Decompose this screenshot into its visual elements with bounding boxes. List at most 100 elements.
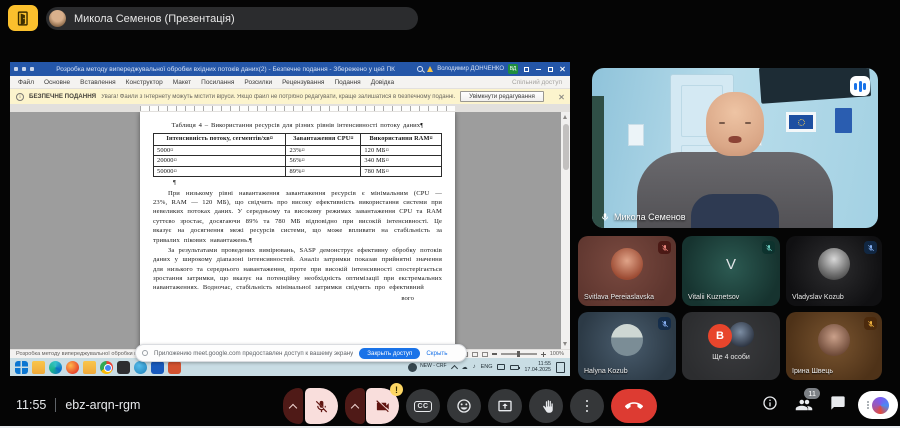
mic-muted-icon (762, 241, 775, 254)
blue-poster (835, 108, 852, 133)
presenter-pill[interactable]: Микола Семенов (Презентація) (46, 7, 418, 30)
kebab-icon (586, 400, 589, 413)
scroll-down-icon[interactable] (563, 342, 567, 346)
share-button[interactable]: Спільний доступ (512, 79, 562, 86)
speaker-head (706, 92, 764, 156)
menu-review[interactable]: Рецензування (282, 79, 324, 86)
table-caption: Таблиця 4 – Використання ресурсів для рі… (153, 121, 442, 130)
document-scrollbar[interactable] (561, 112, 570, 349)
powerpoint-app-icon[interactable] (168, 361, 181, 374)
weather-widget[interactable]: NEW - CRF (408, 363, 446, 372)
app-logo[interactable] (8, 5, 38, 31)
end-call-button[interactable] (611, 389, 657, 423)
restore-button[interactable] (546, 65, 554, 73)
raise-hand-button[interactable] (529, 389, 563, 423)
captions-button[interactable]: CC (406, 389, 440, 423)
cloud-tray-icon[interactable]: ☁ (462, 364, 468, 371)
word-document-title: Розробка методу випереджувальної обробки… (38, 66, 413, 73)
speaker-tray-icon[interactable]: ♪ (473, 364, 476, 370)
participant-tile[interactable]: Svitlava Pereiaslavska (578, 236, 676, 306)
chrome-icon[interactable] (100, 361, 113, 374)
menu-references[interactable]: Посилання (201, 79, 234, 86)
menu-design[interactable]: Конструктор (126, 79, 163, 86)
camera-warning-badge: ! (390, 383, 403, 396)
cc-icon: CC (414, 401, 431, 412)
extension-overlay-button[interactable] (858, 391, 898, 419)
web-layout-icon[interactable] (482, 352, 488, 357)
scrollbar-thumb[interactable] (563, 124, 569, 170)
network-tray-icon[interactable] (497, 364, 505, 370)
battery-tray-icon[interactable] (510, 365, 519, 370)
edge-browser-icon[interactable] (49, 361, 62, 374)
close-button[interactable] (558, 65, 566, 73)
participant-name: Vladyslav Kozub (792, 294, 844, 301)
language-indicator[interactable]: ENG (481, 364, 493, 370)
firefox-icon[interactable] (66, 361, 79, 374)
table-row: 5000¤ 23%¤ 120 МБ¤ (154, 145, 442, 156)
tray-chevron-icon[interactable] (451, 364, 458, 371)
info-icon (16, 93, 24, 101)
table-cell: 780 МБ¤ (361, 166, 442, 177)
mic-off-icon (314, 399, 329, 414)
menu-view[interactable]: Подання (334, 79, 360, 86)
menu-file[interactable]: Файл (18, 79, 34, 86)
chat-panel-button[interactable] (830, 395, 846, 416)
notification-center-icon[interactable] (556, 362, 565, 373)
user-initials-badge[interactable]: ВД (508, 64, 518, 74)
participant-avatar (611, 324, 643, 356)
quick-access-icon[interactable] (14, 67, 18, 71)
mic-off-button[interactable] (305, 388, 338, 424)
meeting-details-button[interactable] (762, 395, 778, 416)
quick-access-icon[interactable] (30, 67, 34, 71)
search-icon[interactable] (417, 66, 423, 72)
app-icon-dark[interactable] (117, 361, 130, 374)
menu-layout[interactable]: Макет (173, 79, 191, 86)
presenter-avatar (49, 10, 66, 27)
zoom-slider[interactable] (501, 353, 537, 355)
taskbar-date: 17.04.2025 (524, 367, 551, 373)
zoom-in-icon[interactable] (541, 352, 546, 357)
participant-tile[interactable]: Halyna Kozub (578, 312, 676, 380)
document-area[interactable]: Таблиця 4 – Використання ресурсів для рі… (10, 112, 570, 349)
hide-share-bar-link[interactable]: Скрыть (426, 350, 447, 357)
chevron-up-icon (289, 403, 297, 411)
speaker-video-tile[interactable]: Микола Семенов (592, 68, 878, 228)
present-button[interactable] (488, 389, 522, 423)
participant-tile[interactable]: Ірина Швець (786, 312, 882, 380)
app-icon-blue[interactable] (134, 361, 147, 374)
enable-editing-button[interactable]: Увімкнути редагування (460, 91, 544, 102)
menu-insert[interactable]: Вставлення (80, 79, 116, 86)
file-explorer-icon[interactable] (32, 361, 45, 374)
zoom-out-icon[interactable] (492, 353, 497, 354)
meeting-clock: 11:55 (16, 398, 46, 412)
stop-sharing-button[interactable]: Закрыть доступ (359, 348, 420, 359)
folder-icon[interactable] (83, 361, 96, 374)
word-app-icon[interactable] (151, 361, 164, 374)
ribbon-options-button[interactable] (522, 65, 530, 73)
chat-icon (830, 395, 846, 411)
menu-help[interactable]: Довідка (371, 79, 394, 86)
more-options-button[interactable] (570, 389, 604, 423)
more-people-tile[interactable]: B Ще 4 особи (682, 312, 780, 380)
people-panel-button[interactable]: 11 (795, 396, 813, 414)
scroll-up-icon[interactable] (563, 115, 567, 119)
print-layout-icon[interactable] (472, 352, 478, 357)
taskbar-clock[interactable]: 11:55 17.04.2025 (524, 361, 551, 374)
quick-access-icon[interactable] (22, 67, 26, 71)
participant-tile[interactable]: Vladyslav Kozub (786, 236, 882, 306)
camera-options-button[interactable] (345, 388, 365, 424)
mic-options-button[interactable] (283, 388, 303, 424)
reactions-button[interactable] (447, 389, 481, 423)
shared-screen[interactable]: Розробка методу випереджувальної обробки… (10, 62, 570, 376)
screen-share-notice: Приложению meet.google.com предоставлен … (135, 344, 467, 362)
start-button[interactable] (15, 361, 28, 374)
menu-mailings[interactable]: Розсилки (244, 79, 272, 86)
table-cell: 20000¤ (154, 156, 286, 167)
zoom-level[interactable]: 100% (550, 351, 564, 357)
document-page[interactable]: Таблиця 4 – Використання ресурсів для рі… (140, 112, 455, 349)
word-menu-bar: Файл Основне Вставлення Конструктор Маке… (10, 76, 570, 89)
menu-home[interactable]: Основне (44, 79, 70, 86)
banner-close-icon[interactable] (558, 94, 564, 100)
participant-tile[interactable]: V Vitalii Kuznetsov (682, 236, 780, 306)
minimize-button[interactable] (534, 65, 542, 73)
